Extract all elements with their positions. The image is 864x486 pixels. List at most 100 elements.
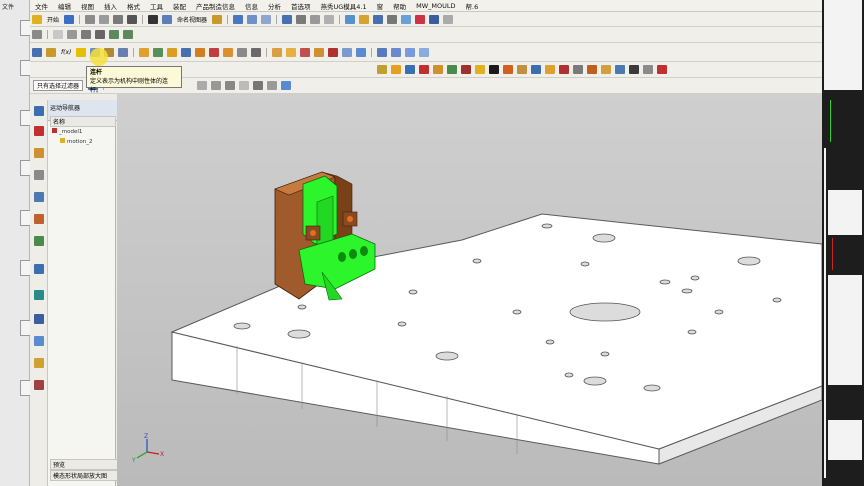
selection-filter-dropdown[interactable]: 只有选择过滤器 — [33, 80, 84, 91]
mold-tool-icon[interactable] — [377, 65, 387, 74]
tree-node-model[interactable]: _model1 — [52, 128, 82, 135]
undo-icon[interactable] — [148, 14, 159, 24]
layer-icon[interactable] — [310, 14, 321, 24]
menu-edit[interactable]: 编辑 — [53, 1, 76, 11]
trace-icon[interactable] — [328, 47, 339, 57]
measure-icon[interactable] — [356, 47, 367, 57]
reuse-library-icon[interactable] — [34, 170, 44, 180]
menu-file[interactable]: 文件 — [30, 1, 53, 11]
arc-icon[interactable] — [391, 47, 402, 57]
torque-icon[interactable] — [209, 47, 220, 57]
info-icon[interactable] — [34, 264, 44, 274]
snap-icon[interactable] — [211, 81, 222, 90]
mold-tool-icon[interactable] — [629, 65, 639, 74]
function-icon[interactable]: f(x) — [61, 49, 71, 56]
mold-tool-icon[interactable] — [559, 65, 569, 74]
mold-tool-icon[interactable] — [447, 65, 457, 74]
mold-tool-icon[interactable] — [489, 65, 499, 74]
snap-grid-icon[interactable] — [81, 30, 91, 39]
hd3d-icon[interactable] — [34, 192, 44, 202]
constraint-icon[interactable] — [251, 47, 262, 57]
mold-tool-icon[interactable] — [461, 65, 471, 74]
display-icon[interactable] — [324, 14, 335, 24]
mold-tool-icon[interactable] — [405, 65, 415, 74]
arrow-left-icon[interactable] — [109, 30, 119, 39]
mold-tool-icon[interactable] — [419, 65, 429, 74]
snap-icon[interactable] — [267, 81, 278, 90]
preview-section[interactable]: 预览 — [50, 459, 118, 470]
mold-tool-icon[interactable] — [545, 65, 555, 74]
named-view-label[interactable]: 命名视图器 — [177, 15, 207, 24]
window-icon[interactable] — [443, 14, 454, 24]
menu-view[interactable]: 视图 — [76, 1, 99, 11]
mold-tool-icon[interactable] — [391, 65, 401, 74]
layer-settings-icon[interactable] — [359, 14, 370, 24]
paste-icon[interactable] — [113, 14, 124, 24]
constraint-navigator-icon[interactable] — [34, 126, 44, 136]
help-icon[interactable] — [401, 14, 412, 24]
menu-help-6[interactable]: 帮.6 — [461, 1, 484, 11]
menu-format[interactable]: 格式 — [122, 1, 145, 11]
assembly-navigator-icon[interactable] — [34, 106, 44, 116]
interference-icon[interactable] — [342, 47, 353, 57]
graph-icon[interactable] — [314, 47, 325, 57]
menu-yanxiu-mold[interactable]: 燕秀UG模具4.1 — [316, 1, 372, 11]
view-orient-icon[interactable] — [282, 14, 293, 24]
force-icon[interactable] — [195, 47, 206, 57]
snap-point-icon[interactable] — [53, 30, 63, 39]
navigator-column-header[interactable]: 名称 — [50, 116, 116, 127]
arrow-right-icon[interactable] — [123, 30, 133, 39]
part-navigator-icon[interactable] — [34, 148, 44, 158]
motion-navigator-icon[interactable] — [32, 47, 42, 57]
zoom-icon[interactable] — [261, 14, 272, 24]
named-view-icon[interactable] — [162, 14, 173, 24]
contact-icon[interactable] — [181, 47, 192, 57]
rack-icon[interactable] — [118, 47, 129, 57]
spline-icon[interactable] — [405, 47, 416, 57]
menu-assembly[interactable]: 装配 — [168, 1, 191, 11]
cut-icon[interactable] — [85, 14, 96, 24]
mold-tool-icon[interactable] — [643, 65, 653, 74]
process-studio-icon[interactable] — [34, 290, 44, 300]
animation-icon[interactable] — [300, 47, 311, 57]
tree-node-motion[interactable]: motion_2 — [60, 138, 93, 145]
mold-tool-icon[interactable] — [433, 65, 443, 74]
snap-icon[interactable] — [225, 81, 236, 90]
menu-information[interactable]: 信息 — [240, 1, 263, 11]
roles-icon[interactable] — [34, 336, 44, 346]
line-icon[interactable] — [377, 47, 388, 57]
menu-tools[interactable]: 工具 — [145, 1, 168, 11]
mold-tool-icon[interactable] — [503, 65, 513, 74]
spring-icon[interactable] — [139, 47, 150, 57]
menu-pmi[interactable]: 产品制造信息 — [191, 1, 240, 11]
palette-icon[interactable] — [34, 380, 44, 390]
environment-icon[interactable] — [46, 47, 56, 57]
rotate-view-icon[interactable] — [247, 14, 258, 24]
menu-insert[interactable]: 插入 — [99, 1, 122, 11]
web-browser-icon[interactable] — [34, 214, 44, 224]
clock-icon[interactable] — [34, 314, 44, 324]
copy-icon[interactable] — [99, 14, 110, 24]
history-icon[interactable] — [34, 236, 44, 246]
mold-tool-icon[interactable] — [587, 65, 597, 74]
solve-icon[interactable] — [286, 47, 297, 57]
snap-icon[interactable] — [239, 81, 250, 90]
edit-object-icon[interactable] — [373, 14, 384, 24]
mold-tool-icon[interactable] — [475, 65, 485, 74]
damper-icon[interactable] — [153, 47, 164, 57]
fit-view-icon[interactable] — [233, 14, 244, 24]
mold-tool-icon[interactable] — [615, 65, 625, 74]
snap-icon[interactable] — [281, 81, 292, 90]
marker-icon[interactable] — [223, 47, 234, 57]
show-hide-icon[interactable] — [95, 30, 105, 39]
menu-preferences[interactable]: 首选项 — [286, 1, 316, 11]
mold-tool-icon[interactable] — [415, 14, 426, 24]
render-style-icon[interactable] — [296, 14, 307, 24]
save-icon[interactable] — [64, 14, 75, 24]
mold-tool-icon[interactable] — [573, 65, 583, 74]
detail-section[interactable]: 模态形状局部放大图 — [50, 470, 118, 481]
sensor-icon[interactable] — [237, 47, 248, 57]
delete-icon[interactable] — [127, 14, 138, 24]
start-button-label[interactable]: 开始 — [47, 15, 59, 24]
mold-tool-icon[interactable] — [657, 65, 667, 74]
